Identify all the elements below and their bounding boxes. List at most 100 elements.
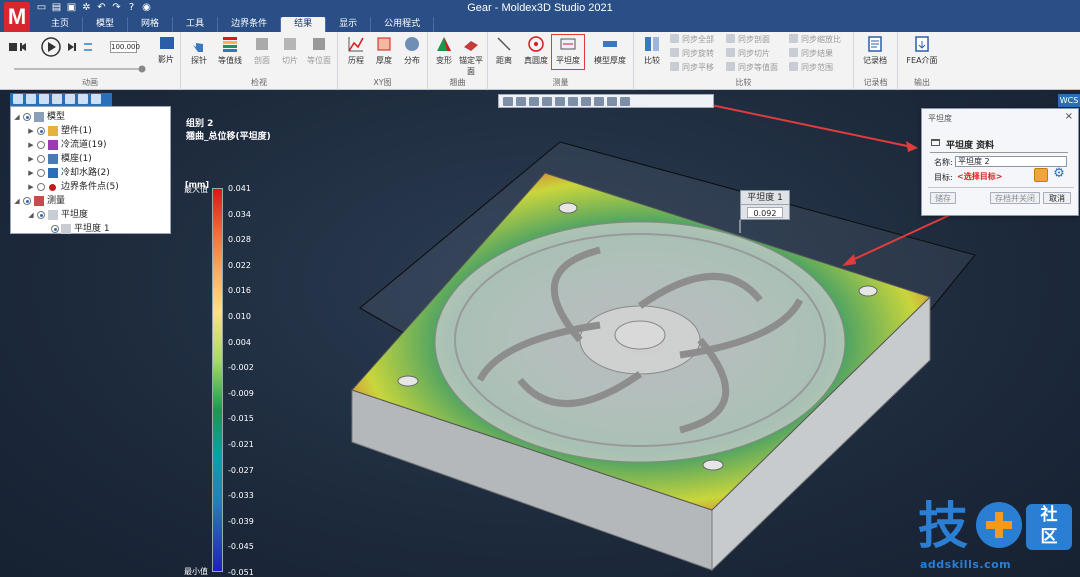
stop-icon bbox=[9, 43, 17, 51]
tab-utilities[interactable]: 公用程式 bbox=[371, 17, 435, 32]
legend-tick: 0.041 bbox=[228, 184, 251, 193]
tree-item-cooling-channel[interactable]: ▶ 冷却水路(2) bbox=[11, 166, 170, 180]
warp-group-label: 翘曲 bbox=[449, 78, 466, 87]
tree-layer-icon[interactable] bbox=[39, 94, 49, 104]
window-title: Gear - Moldex3D Studio 2021 bbox=[467, 2, 613, 14]
cancel-button[interactable]: 取消 bbox=[1043, 192, 1071, 204]
tab-results[interactable]: 结果 bbox=[281, 17, 327, 32]
slice-button[interactable]: 切片 bbox=[274, 35, 306, 66]
app-logo[interactable]: M bbox=[4, 2, 30, 32]
inspect-group-label: 检视 bbox=[251, 78, 267, 87]
target-value[interactable]: <选择目标> bbox=[957, 171, 1002, 182]
dialog-divider bbox=[930, 152, 1068, 153]
pick-target-button[interactable] bbox=[1034, 168, 1048, 182]
tab-tools[interactable]: 工具 bbox=[173, 17, 219, 32]
output-group: FEA介面 输出 bbox=[898, 32, 946, 90]
flatness-1-icon bbox=[61, 224, 71, 234]
tree-item-flatness-1[interactable]: 平坦度 1 bbox=[11, 222, 170, 236]
tab-mesh[interactable]: 网格 bbox=[128, 17, 174, 32]
legend-tick: -0.009 bbox=[228, 388, 254, 398]
legend-tick: 0.010 bbox=[228, 312, 251, 321]
watermark-community: 社 区 bbox=[1026, 504, 1072, 550]
save-close-button[interactable]: 存档并关闭 bbox=[990, 192, 1040, 204]
contour-button[interactable]: 等值线 bbox=[214, 35, 246, 66]
tree-info-icon[interactable] bbox=[65, 94, 75, 104]
tree-item-mold-base[interactable]: ▶ 模座(1) bbox=[11, 152, 170, 166]
close-icon[interactable]: × bbox=[1065, 111, 1073, 122]
zoom-icon[interactable] bbox=[542, 96, 552, 106]
loop-icon bbox=[84, 43, 92, 51]
legend-tick: -0.027 bbox=[228, 465, 254, 475]
display-icon[interactable] bbox=[581, 96, 591, 106]
gear-icon[interactable]: ⚙ bbox=[1052, 167, 1066, 181]
movie-icon bbox=[160, 37, 174, 49]
sync-zoom-button[interactable]: 同步缩放比 bbox=[789, 34, 841, 46]
distribution-button[interactable]: 分布 bbox=[396, 35, 428, 66]
xy-plot-group-label: XY图 bbox=[373, 78, 392, 87]
roundness-button[interactable]: 真圆度 bbox=[520, 35, 552, 66]
save-button[interactable]: 储存 bbox=[930, 192, 956, 204]
target-label: 目标: bbox=[934, 173, 953, 182]
tab-boundary[interactable]: 边界条件 bbox=[218, 17, 282, 32]
legend-tick: 0.004 bbox=[228, 337, 251, 347]
tree-item-model[interactable]: ◢ 模型 bbox=[11, 110, 170, 124]
probe-button[interactable]: 探针 bbox=[183, 35, 215, 66]
tab-display[interactable]: 显示 bbox=[326, 17, 372, 32]
record-group-label: 记录档 bbox=[863, 78, 888, 87]
compare-button[interactable]: 比较 bbox=[636, 35, 668, 66]
model-tree: ◢ 模型 ▶ 塑件(1) ▶ 冷流道(19) ▶ 模座(1) ▶ 冷却水路(2) ▶ 边界条… bbox=[10, 106, 171, 234]
tree-item-bc-points[interactable]: ▶ 边界条件点(5) bbox=[11, 180, 170, 194]
tree-item-cold-runner[interactable]: ▶ 冷流道(19) bbox=[11, 138, 170, 152]
dialog-section-title: 平坦度 资料 bbox=[946, 141, 995, 151]
tree-collapse-icon[interactable] bbox=[91, 94, 101, 104]
tab-model[interactable]: 模型 bbox=[83, 17, 129, 32]
tree-item-flatness[interactable]: ◢ 平坦度 bbox=[11, 208, 170, 222]
name-input[interactable] bbox=[955, 156, 1067, 167]
eye-icon[interactable] bbox=[607, 96, 617, 106]
name-label: 名称: bbox=[934, 158, 953, 167]
render-mode-icon[interactable] bbox=[568, 96, 578, 106]
record-button[interactable]: 记录档 bbox=[859, 35, 891, 66]
fea-interface-button[interactable]: FEA介面 bbox=[904, 35, 940, 66]
sync-section-button[interactable]: 同步剖面 bbox=[726, 34, 770, 46]
ribbon-tab-bar: 主页 模型 网格 工具 边界条件 结果 显示 公用程式 bbox=[0, 17, 1080, 32]
result-info: 组别 2 翘曲_总位移(平坦度) bbox=[186, 118, 271, 144]
tree-filter-icon[interactable] bbox=[52, 94, 62, 104]
sync-slice-button[interactable]: 同步切片 bbox=[726, 48, 770, 60]
movie-button[interactable]: 影片 bbox=[158, 54, 174, 65]
sync-results-button[interactable]: 同步结果 bbox=[789, 48, 833, 60]
warp-group: 变形 锚定平面 翘曲 bbox=[428, 32, 488, 90]
sync-all-button[interactable]: 同步全部 bbox=[670, 34, 714, 46]
fit-view-icon[interactable] bbox=[503, 96, 513, 106]
flatness-probe-label[interactable]: 平坦度 1 0.092 bbox=[740, 190, 790, 220]
part-icon bbox=[48, 126, 58, 136]
anchor-plane-button[interactable]: 锚定平面 bbox=[456, 35, 486, 77]
view-toolbar bbox=[498, 94, 714, 108]
legend-tick: -0.039 bbox=[228, 516, 254, 526]
light-icon[interactable] bbox=[594, 96, 604, 106]
more-icon[interactable] bbox=[620, 96, 630, 106]
tree-item-part[interactable]: ▶ 塑件(1) bbox=[11, 124, 170, 138]
sync-pan-button[interactable]: 同步平移 bbox=[670, 62, 714, 74]
sync-rotate-button[interactable]: 同步旋转 bbox=[670, 48, 714, 60]
distance-button[interactable]: 距离 bbox=[488, 35, 520, 66]
color-legend-bar bbox=[212, 188, 223, 572]
record-group: 记录档 记录档 bbox=[854, 32, 898, 90]
tree-view-icon[interactable] bbox=[13, 94, 23, 104]
tree-item-measure[interactable]: ◢ 测量 bbox=[11, 194, 170, 208]
probe-value: 0.092 bbox=[747, 207, 783, 218]
sync-range-button[interactable]: 同步范围 bbox=[789, 62, 833, 74]
wcs-button[interactable]: WCS bbox=[1058, 94, 1080, 107]
output-group-label: 输出 bbox=[914, 78, 930, 87]
view-cube-icon[interactable] bbox=[555, 96, 565, 106]
tree-model-icon[interactable] bbox=[26, 94, 36, 104]
isosurface-button[interactable]: 等位面 bbox=[303, 35, 335, 66]
part-thickness-button[interactable]: 模型厚度 bbox=[588, 35, 632, 66]
tab-home[interactable]: 主页 bbox=[38, 17, 84, 32]
frame-value-field[interactable]: 100.000 bbox=[110, 41, 140, 53]
sync-isosurface-button[interactable]: 同步等值面 bbox=[726, 62, 778, 74]
tree-group-icon[interactable] bbox=[78, 94, 88, 104]
probe-title: 平坦度 1 bbox=[741, 191, 789, 205]
pan-icon[interactable] bbox=[529, 96, 539, 106]
rotate-icon[interactable] bbox=[516, 96, 526, 106]
